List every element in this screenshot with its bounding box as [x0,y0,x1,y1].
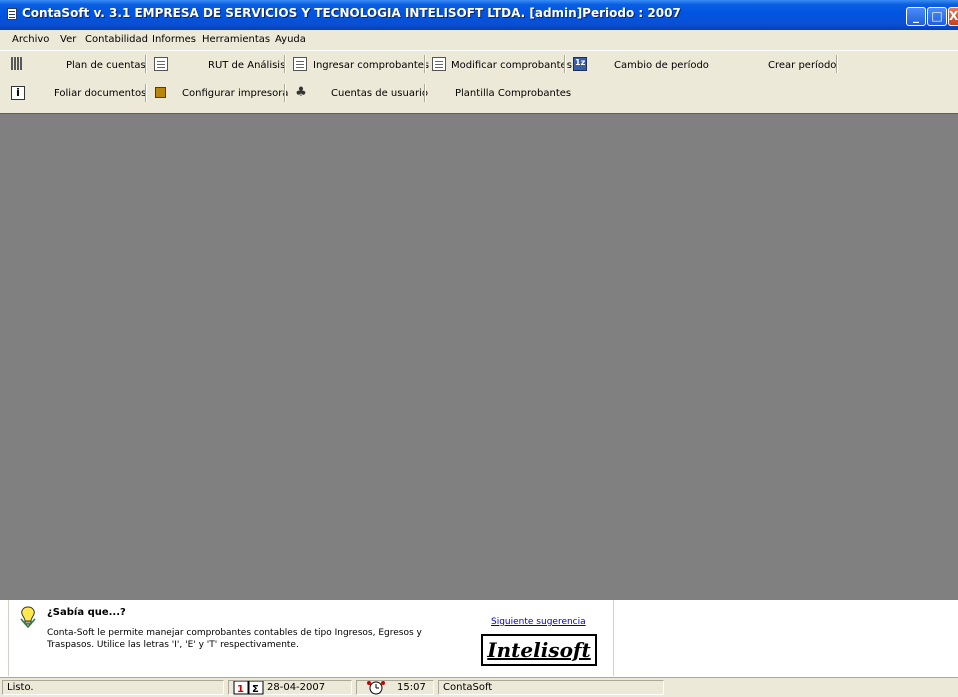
toolbar-separator [424,55,426,73]
toolbar-separator [145,84,147,102]
bulb-icon [20,606,36,628]
menu-ayuda[interactable]: Ayuda [275,34,306,45]
plan-de-cuentas-button[interactable]: Plan de cuentas [66,60,146,71]
tip-area: ¿Sabía que...? Conta-Soft le permite man… [0,600,958,677]
configurar-impresora-button[interactable]: Configurar impresora [182,88,288,99]
toolbar-separator [145,55,147,73]
tip-body: Conta-Soft le permite manejar comprobant… [47,628,422,650]
cambio-periodo-button[interactable]: Cambio de período [614,60,709,71]
crear-periodo-button[interactable]: Crear período [768,60,836,71]
grid-icon[interactable] [11,57,22,70]
window-title: ContaSoft v. 3.1 EMPRESA DE SERVICIOS Y … [22,6,681,20]
ingresar-comprobantes-button[interactable]: Ingresar comprobantes [313,60,429,71]
menu-herramientas[interactable]: Herramientas [202,34,270,45]
close-button[interactable]: X [948,7,958,26]
title-bar[interactable]: ContaSoft v. 3.1 EMPRESA DE SERVICIOS Y … [0,0,958,30]
status-message: Listo. [2,680,224,695]
document-icon[interactable] [154,57,168,71]
workspace-area[interactable] [0,113,958,600]
document-icon[interactable] [293,57,307,71]
calendar-icon: 1 Σ [233,681,264,695]
info-icon[interactable]: i [11,86,25,100]
menu-ver[interactable]: Ver [60,34,76,45]
toolbar-separator [564,55,566,73]
toolbar-main: Plan de cuentas RUT de Análisis Ingresar… [0,50,958,78]
rut-analisis-button[interactable]: RUT de Análisis [208,60,285,71]
next-tip-link[interactable]: Siguiente sugerencia [491,617,586,627]
minimize-button[interactable]: _ [906,7,926,26]
status-bar: Listo. 1 Σ 28-04-2007 15:07 ContaSoft [0,677,958,697]
cuentas-usuario-button[interactable]: Cuentas de usuario [331,88,428,99]
menu-bar: Archivo Ver Contabilidad Informes Herram… [0,30,958,49]
user-icon[interactable]: ♣ [294,86,308,100]
tip-title: ¿Sabía que...? [47,607,126,618]
intelisoft-logo: Intelisoft [481,634,597,666]
app-icon[interactable] [7,8,17,20]
svg-text:1: 1 [237,684,244,695]
modificar-comprobantes-button[interactable]: Modificar comprobantes [451,60,572,71]
plantilla-comprobantes-button[interactable]: Plantilla Comprobantes [455,88,571,99]
book-icon[interactable] [155,87,166,98]
menu-archivo[interactable]: Archivo [12,34,49,45]
tip-panel: ¿Sabía que...? Conta-Soft le permite man… [8,600,614,676]
menu-contabilidad[interactable]: Contabilidad [85,34,148,45]
restore-button[interactable]: □ [927,7,947,26]
svg-text:Σ: Σ [252,684,259,695]
edit-document-icon[interactable] [432,57,446,71]
status-app: ContaSoft [438,680,664,695]
toolbar-separator [424,84,426,102]
calculator-icon[interactable] [573,57,587,71]
clock-icon [367,681,385,695]
status-date-cell: 1 Σ 28-04-2007 [228,680,352,695]
toolbar-separator [284,84,286,102]
menu-informes[interactable]: Informes [152,34,196,45]
toolbar-secondary: i Foliar documentos Configurar impresora… [0,78,958,108]
foliar-documentos-button[interactable]: Foliar documentos [54,88,146,99]
status-time: 15:07 [397,682,426,693]
status-time-cell: 15:07 [356,680,434,695]
status-date: 28-04-2007 [267,682,326,693]
toolbar-separator [284,55,286,73]
toolbar-separator [836,55,838,73]
